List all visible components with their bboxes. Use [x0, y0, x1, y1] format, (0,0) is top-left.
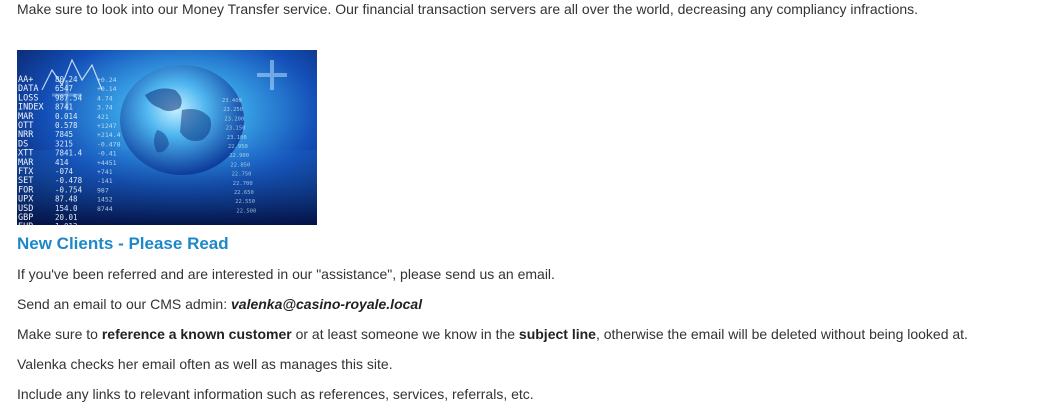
hero-ticker-text: 22.950: [228, 144, 248, 150]
hero-ticker-text: +741: [97, 168, 113, 176]
hero-ticker-text: 1452: [97, 196, 113, 204]
section-heading: New Clients - Please Read: [17, 234, 229, 253]
referral-paragraph: If you've been referred and are interest…: [17, 266, 555, 282]
hero-ticker-text: 0.578: [55, 121, 78, 130]
hero-ticker-text: 8744: [97, 205, 113, 213]
p3-text-e: , otherwise the email will be deleted wi…: [595, 326, 968, 342]
hero-ticker-text: 3.74: [97, 104, 113, 112]
p3-text-c: or at least someone we know in the: [291, 326, 519, 342]
hero-ticker-text: +214.4: [97, 131, 121, 139]
intro-paragraph: Make sure to look into our Money Transfe…: [17, 1, 919, 17]
hero-ticker-text: 8741: [55, 103, 73, 112]
hero-ticker-text: 0.014: [55, 112, 78, 121]
hero-ticker-text: -0.478: [97, 140, 121, 148]
hero-ticker-text: 22.850: [230, 162, 250, 168]
hero-ticker-text: -0.41: [97, 150, 117, 158]
stock-ticker-globe-image: AA+DATALOSSINDEXMAROTTNRRDSXTTMARFTXSETF…: [17, 50, 317, 225]
subject-line-paragraph: Make sure to reference a known customer …: [17, 325, 968, 343]
hero-ticker-text: 6547: [55, 84, 73, 93]
p3-strong-subject: subject line: [518, 326, 596, 342]
hero-ticker-text: 22.700: [233, 181, 253, 187]
contact-paragraph: Send an email to our CMS admin: valenka@…: [17, 295, 422, 313]
hero-ticker-text: EUR: [18, 222, 34, 225]
hero-ticker-text: +4451: [97, 159, 117, 167]
hero-ticker-text: -0.754: [55, 185, 83, 194]
hero-ticker-text: 80.24: [55, 75, 78, 84]
hero-ticker-text: 23.200: [224, 116, 244, 122]
hero-ticker-text: 22.550: [235, 199, 255, 205]
hero-ticker-text: 22.500: [236, 208, 256, 214]
hero-ticker-text: 7845: [55, 130, 73, 139]
hero-image: AA+ DATA LOSS INDEX MAR OTT NRR DS XTT MAR FTX SET F…: [17, 50, 317, 225]
hero-ticker-text: 987: [97, 186, 109, 194]
p3-text-a: Make sure to: [17, 326, 102, 342]
hero-ticker-text: 23.250: [223, 107, 243, 113]
hero-ticker-text: -141: [97, 177, 113, 185]
links-paragraph: Include any links to relevant informatio…: [17, 386, 534, 402]
valenka-paragraph: Valenka checks her email often as well a…: [17, 356, 393, 372]
hero-ticker-text: 23.150: [226, 126, 246, 132]
hero-ticker-text: 1.012: [55, 222, 78, 225]
hero-ticker-text: +1247: [97, 122, 117, 130]
hero-ticker-text: 22.900: [229, 153, 249, 159]
admin-email: valenka@casino-royale.local: [231, 296, 423, 312]
hero-ticker-text: 22.750: [232, 172, 252, 178]
hero-ticker-text: 414: [55, 158, 69, 167]
hero-ticker-text: 421: [97, 113, 109, 121]
hero-ticker-text: 7841.4: [55, 149, 83, 158]
hero-ticker-text: 23.400: [222, 98, 242, 104]
hero-ticker-text: 987.54: [55, 93, 83, 102]
hero-ticker-text: 154.0: [55, 204, 78, 213]
hero-ticker-text: +0.24: [97, 76, 117, 84]
p3-strong-customer: reference a known customer: [101, 326, 292, 342]
hero-ticker-text: 4.74: [97, 94, 113, 102]
hero-ticker-text: 87.48: [55, 195, 78, 204]
hero-ticker-text: 3215: [55, 139, 73, 148]
hero-ticker-text: -074: [55, 167, 74, 176]
hero-ticker-text: -0.478: [55, 176, 83, 185]
hero-ticker-text: +0.14: [97, 85, 117, 93]
hero-ticker-text: 22.650: [234, 190, 254, 196]
hero-ticker-text: 20.01: [55, 213, 78, 222]
contact-prefix: Send an email to our CMS admin:: [17, 296, 231, 312]
hero-ticker-text: 23.100: [227, 135, 247, 141]
